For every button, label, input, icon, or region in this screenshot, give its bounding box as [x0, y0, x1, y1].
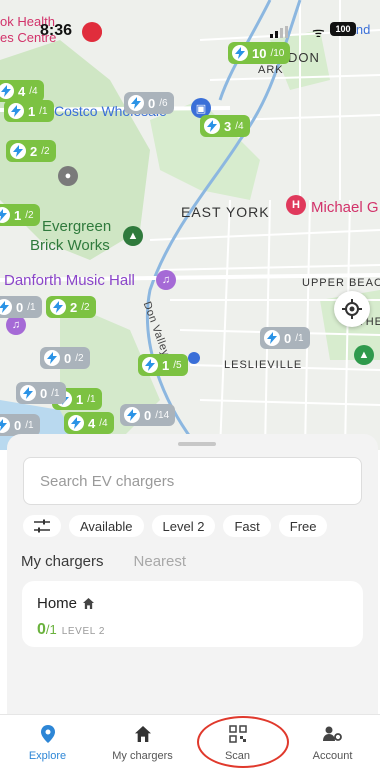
- filter-free-chip[interactable]: Free: [278, 515, 328, 537]
- filter-fast-chip[interactable]: Fast: [223, 515, 271, 537]
- charger-pin[interactable]: 1/5: [138, 354, 188, 376]
- charger-card-home[interactable]: Home 0 /1 LEVEL 2: [22, 581, 363, 647]
- nav-account[interactable]: Account: [285, 715, 380, 770]
- charger-pin[interactable]: 4/4: [0, 80, 44, 102]
- filter-settings-button[interactable]: [23, 515, 61, 537]
- hospital-icon[interactable]: H: [286, 195, 306, 215]
- bolt-icon: [232, 45, 248, 61]
- bolt-icon: [50, 299, 66, 315]
- place-label: Evergreen: [42, 218, 112, 235]
- charger-pin[interactable]: 2/2: [6, 140, 56, 162]
- account-settings-icon: [322, 724, 343, 744]
- charger-pin[interactable]: 4/4: [64, 412, 114, 434]
- sliders-icon: [34, 519, 50, 533]
- nav-explore[interactable]: Explore: [0, 715, 95, 770]
- charger-pin[interactable]: 0/14: [120, 404, 176, 426]
- filter-chips: Available Level 2 Fast Free: [23, 515, 328, 537]
- tab-nearest[interactable]: Nearest: [134, 553, 187, 570]
- bolt-icon: [142, 357, 158, 373]
- park-icon[interactable]: ▲: [354, 345, 374, 365]
- place-label: Brick Works: [30, 237, 110, 254]
- charger-pin[interactable]: 2/2: [46, 296, 96, 318]
- filter-available-chip[interactable]: Available: [69, 515, 144, 537]
- charger-pin[interactable]: 3/4: [200, 115, 250, 137]
- charger-card-title: Home: [37, 595, 78, 612]
- nav-scan[interactable]: Scan: [190, 715, 285, 770]
- charger-pin[interactable]: 0/1: [16, 382, 66, 404]
- place-label: Michael G: [311, 199, 379, 216]
- charger-pin[interactable]: 10/10: [228, 42, 291, 64]
- bolt-icon: [68, 415, 84, 431]
- music-venue-icon[interactable]: ♫: [156, 270, 176, 290]
- place-label: LESLIEVILLE: [224, 359, 303, 371]
- location-arrow-icon: [84, 23, 102, 41]
- charger-pin[interactable]: 0/2: [40, 347, 90, 369]
- bolt-icon: [128, 95, 144, 111]
- bolt-icon: [0, 207, 10, 223]
- home-icon: [133, 724, 153, 744]
- bolt-icon: [0, 299, 12, 315]
- bolt-icon: [8, 103, 24, 119]
- place-label: ARK: [258, 64, 284, 76]
- transit-icon: [188, 352, 200, 364]
- park-icon[interactable]: ▲: [123, 226, 143, 246]
- bottom-nav: Explore My chargers Scan Account: [0, 714, 380, 770]
- nav-my-chargers-label: My chargers: [112, 750, 173, 762]
- sheet-drag-handle[interactable]: [178, 442, 216, 446]
- nav-my-chargers[interactable]: My chargers: [95, 715, 190, 770]
- crosshair-icon: [342, 299, 362, 319]
- charger-pin[interactable]: 1/2: [0, 204, 40, 226]
- nav-explore-label: Explore: [28, 750, 67, 762]
- status-bar: 8:36 ᯤ 100: [0, 20, 380, 44]
- charger-pin[interactable]: 1/1: [4, 100, 54, 122]
- available-count: 0: [37, 621, 46, 638]
- bolt-icon: [124, 407, 140, 423]
- search-input[interactable]: Search EV chargers: [23, 457, 362, 505]
- total-count: /1: [45, 622, 57, 637]
- charger-level: LEVEL 2: [61, 626, 106, 637]
- place-label: UPPER BEAC: [302, 277, 380, 289]
- locate-me-button[interactable]: [334, 291, 370, 327]
- bottom-sheet: Search EV chargers Available Level 2 Fas…: [7, 434, 378, 714]
- charger-pin[interactable]: 0/1: [260, 327, 310, 349]
- charger-pin[interactable]: 0/1: [0, 414, 40, 436]
- search-placeholder: Search EV chargers: [40, 472, 175, 490]
- place-label: EAST YORK: [181, 204, 270, 220]
- poi-icon[interactable]: ●: [58, 166, 78, 186]
- home-icon: [83, 598, 95, 609]
- map-view[interactable]: ok Health es Centre Band DON ARK Costco …: [0, 0, 380, 450]
- status-time: 8:36: [40, 22, 73, 39]
- bolt-icon: [264, 330, 280, 346]
- signal-icon: [270, 26, 288, 38]
- bolt-icon: [10, 143, 26, 159]
- filter-level2-chip[interactable]: Level 2: [151, 515, 216, 537]
- bolt-icon: [204, 118, 220, 134]
- bolt-icon: [20, 385, 36, 401]
- place-label: Danforth Music Hall: [4, 272, 135, 289]
- nav-scan-label: Scan: [224, 750, 251, 762]
- charger-pin[interactable]: 0/6: [124, 92, 174, 114]
- bolt-icon: [0, 83, 14, 99]
- charger-tabs: My chargers Nearest: [21, 553, 186, 570]
- explore-pin-icon: [38, 724, 58, 744]
- tab-my-chargers[interactable]: My chargers: [21, 553, 104, 570]
- wifi-icon: ᯤ: [312, 24, 325, 40]
- bolt-icon: [44, 350, 60, 366]
- battery-icon: 100: [330, 22, 356, 36]
- bolt-icon: [0, 417, 10, 433]
- qr-code-icon: [228, 724, 248, 744]
- nav-account-label: Account: [312, 750, 353, 762]
- charger-pin[interactable]: 0/1: [0, 296, 42, 318]
- venue-icon[interactable]: ♫: [6, 315, 26, 335]
- place-label: DON: [288, 50, 320, 65]
